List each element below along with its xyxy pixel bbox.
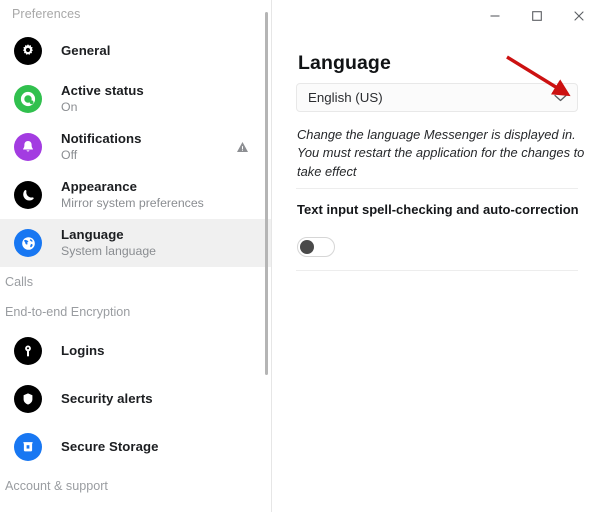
sidebar-item-text: Secure Storage	[61, 439, 158, 455]
sidebar-scrollbar-thumb[interactable]	[265, 12, 268, 375]
spell-check-label: Text input spell-checking and auto-corre…	[297, 202, 579, 217]
sidebar-section-header: Account & support	[5, 479, 108, 493]
sidebar-item-label: Active status	[61, 83, 144, 99]
preferences-header: Preferences	[12, 7, 81, 21]
sidebar-item-text: Appearance Mirror system preferences	[61, 179, 204, 210]
toggle-knob	[300, 240, 314, 254]
sidebar-item-label: Appearance	[61, 179, 137, 195]
globe-icon	[14, 229, 42, 257]
sidebar-item-text: Logins	[61, 343, 105, 359]
sidebar-item-label: Logins	[61, 343, 105, 359]
sidebar-item-label: Security alerts	[61, 391, 153, 407]
sidebar-nav: General Active status On Notifications Off Ap…	[0, 27, 271, 501]
sidebar-item-appearance[interactable]: Appearance Mirror system preferences	[0, 171, 271, 219]
maximize-button[interactable]	[516, 0, 558, 32]
sidebar-item-label: Language	[61, 227, 124, 243]
sidebar-item-text: Notifications Off	[61, 131, 142, 162]
bell-icon	[14, 133, 42, 161]
content-panel: Language English (US) Change the languag…	[272, 0, 600, 512]
sidebar-section-header: End-to-end Encryption	[5, 305, 131, 319]
sidebar-item-security-alerts[interactable]: Security alerts	[0, 375, 271, 423]
language-dropdown[interactable]: English (US)	[296, 83, 578, 112]
sidebar-item-label: Notifications	[61, 131, 142, 147]
vault-icon	[14, 433, 42, 461]
sidebar-item-text: Security alerts	[61, 391, 153, 407]
sidebar-item-text: Language System language	[61, 227, 156, 258]
sidebar-item-secure-storage[interactable]: Secure Storage	[0, 423, 271, 471]
shield-icon	[14, 385, 42, 413]
gear-icon	[14, 37, 42, 65]
sidebar-item-sublabel: Off	[61, 148, 78, 163]
sidebar-item-text: General	[61, 43, 110, 59]
divider-top	[296, 188, 578, 189]
sidebar-item-label: Secure Storage	[61, 439, 159, 455]
sidebar-item-logins[interactable]: Logins	[0, 327, 271, 375]
sidebar-section-header: Calls	[5, 275, 33, 289]
language-description: Change the language Messenger is display…	[297, 127, 585, 179]
sidebar-item-general[interactable]: General	[0, 27, 271, 75]
sidebar-item-sublabel: Mirror system preferences	[61, 196, 204, 211]
sidebar-item-active-status[interactable]: Active status On	[0, 75, 271, 123]
sidebar-scrollbar[interactable]	[263, 0, 270, 512]
sidebar: Preferences General Active status On Notifi…	[0, 0, 272, 512]
key-icon	[14, 337, 42, 365]
sidebar-item-language[interactable]: Language System language	[0, 219, 271, 267]
sidebar-item-sublabel: On	[61, 100, 78, 115]
divider-bottom	[296, 270, 578, 271]
spell-check-toggle[interactable]	[297, 237, 335, 257]
preferences-window: Preferences General Active status On Notifi…	[0, 0, 600, 512]
sidebar-item-label: General	[61, 43, 111, 59]
page-title: Language	[298, 52, 391, 74]
minimize-button[interactable]	[474, 0, 516, 32]
warning-triangle-icon	[236, 141, 249, 153]
chevron-down-icon	[554, 94, 567, 102]
sidebar-item-sublabel: System language	[61, 244, 157, 259]
active-status-icon	[14, 85, 42, 113]
sidebar-item-text: Active status On	[61, 83, 144, 114]
moon-icon	[14, 181, 42, 209]
close-button[interactable]	[558, 0, 600, 32]
sidebar-item-notifications[interactable]: Notifications Off	[0, 123, 271, 171]
window-controls	[474, 0, 600, 32]
language-dropdown-value: English (US)	[308, 90, 383, 105]
